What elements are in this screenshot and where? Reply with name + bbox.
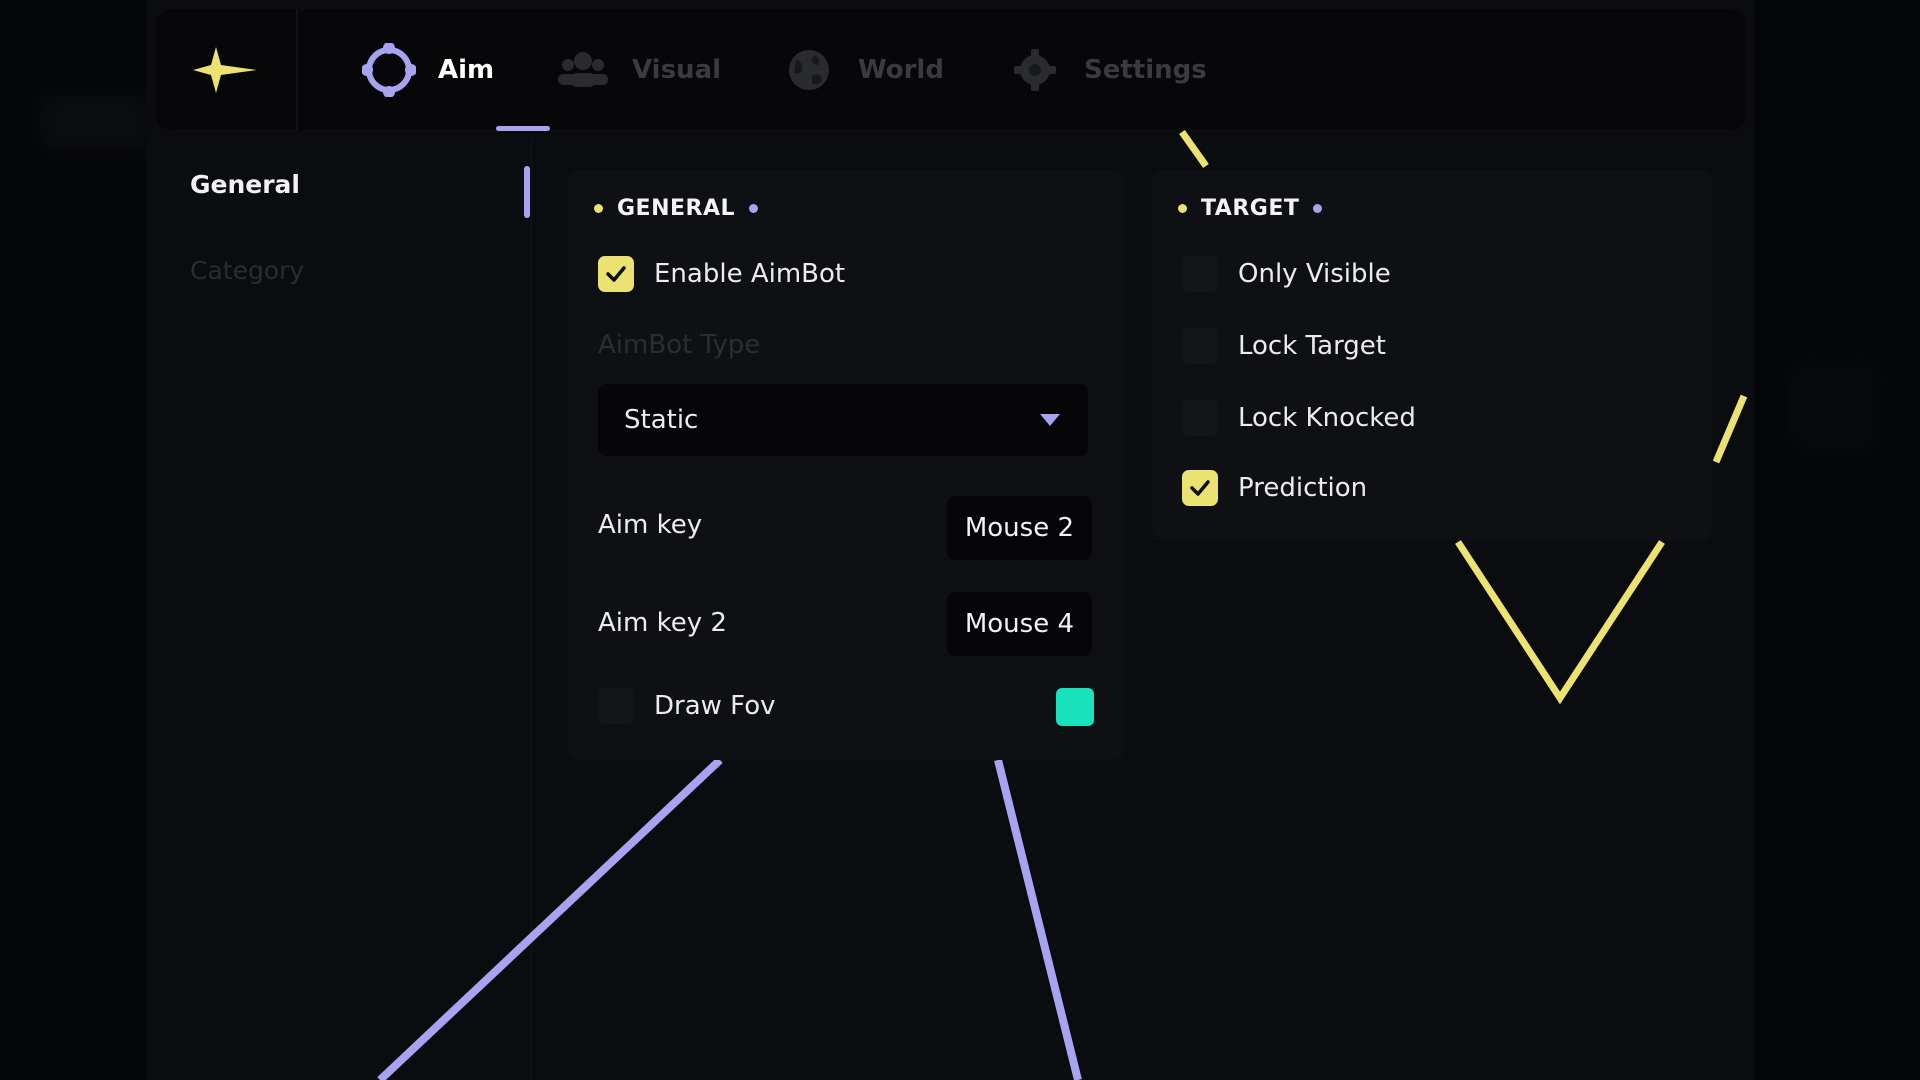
chevron-down-icon	[1040, 414, 1060, 426]
draw-fov-label: Draw Fov	[654, 691, 776, 721]
sidebar-item-general[interactable]: General	[190, 170, 300, 199]
prediction-row[interactable]: Prediction	[1182, 470, 1367, 506]
lock-knocked-row[interactable]: Lock Knocked	[1182, 400, 1416, 436]
aimbot-type-value: Static	[624, 405, 699, 435]
lock-knocked-checkbox[interactable]	[1182, 400, 1218, 436]
general-panel-header: GENERAL	[594, 196, 759, 221]
background-blur-left	[40, 95, 150, 150]
checkmark-icon	[606, 266, 626, 282]
tab-settings[interactable]: Settings	[1008, 10, 1207, 130]
draw-fov-checkbox[interactable]	[598, 688, 634, 724]
target-panel: TARGET Only Visible Lock Target Lock Kno…	[1152, 170, 1712, 540]
tab-aim[interactable]: Aim	[362, 10, 494, 130]
target-panel-title: TARGET	[1201, 196, 1300, 221]
sidebar-item-category[interactable]: Category	[190, 256, 304, 285]
active-tab-indicator	[496, 126, 550, 131]
prediction-checkbox[interactable]	[1182, 470, 1218, 506]
aim-key-2-label: Aim key 2	[598, 608, 727, 638]
checkmark-icon	[1190, 480, 1210, 496]
top-navigation-bar: Aim Visual World Settings	[156, 10, 1746, 130]
lock-knocked-label: Lock Knocked	[1238, 403, 1416, 433]
tab-visual[interactable]: Visual	[556, 10, 721, 130]
general-panel: GENERAL Enable AimBot AimBot Type Static…	[568, 170, 1124, 760]
draw-fov-row[interactable]: Draw Fov	[598, 688, 776, 724]
header-dot-purple	[749, 204, 759, 213]
tab-world[interactable]: World	[782, 10, 944, 130]
gear-icon	[1008, 43, 1062, 97]
crosshair-icon	[362, 43, 416, 97]
sidebar-active-indicator	[524, 166, 530, 218]
header-dot-yellow	[594, 204, 603, 213]
header-dot-purple	[1313, 204, 1323, 213]
background-blur-right	[1790, 360, 1880, 450]
target-panel-header: TARGET	[1178, 196, 1323, 221]
aim-key-2-button[interactable]: Mouse 4	[946, 592, 1092, 656]
header-dot-yellow	[1178, 204, 1187, 213]
enable-aimbot-checkbox[interactable]	[598, 256, 634, 292]
users-icon	[556, 43, 610, 97]
fov-color-swatch[interactable]	[1056, 688, 1094, 726]
tab-aim-label: Aim	[438, 55, 495, 85]
logo	[156, 10, 298, 130]
lock-target-label: Lock Target	[1238, 331, 1386, 361]
aim-key-label: Aim key	[598, 510, 703, 540]
sidebar: General Category	[146, 140, 532, 1080]
only-visible-checkbox[interactable]	[1182, 256, 1218, 292]
lock-target-row[interactable]: Lock Target	[1182, 328, 1386, 364]
aimbot-type-select[interactable]: Static	[598, 384, 1088, 456]
only-visible-row[interactable]: Only Visible	[1182, 256, 1391, 292]
tab-settings-label: Settings	[1084, 55, 1207, 85]
general-panel-title: GENERAL	[617, 196, 736, 221]
tab-visual-label: Visual	[632, 55, 722, 85]
lock-target-checkbox[interactable]	[1182, 328, 1218, 364]
enable-aimbot-label: Enable AimBot	[654, 259, 846, 289]
sparkle-logo-icon	[193, 47, 257, 93]
prediction-label: Prediction	[1238, 473, 1368, 503]
aim-key-button[interactable]: Mouse 2	[946, 496, 1092, 560]
only-visible-label: Only Visible	[1238, 259, 1391, 289]
tab-world-label: World	[858, 55, 944, 85]
globe-icon	[782, 43, 836, 97]
aimbot-type-label: AimBot Type	[598, 330, 761, 360]
enable-aimbot-row[interactable]: Enable AimBot	[598, 256, 845, 292]
